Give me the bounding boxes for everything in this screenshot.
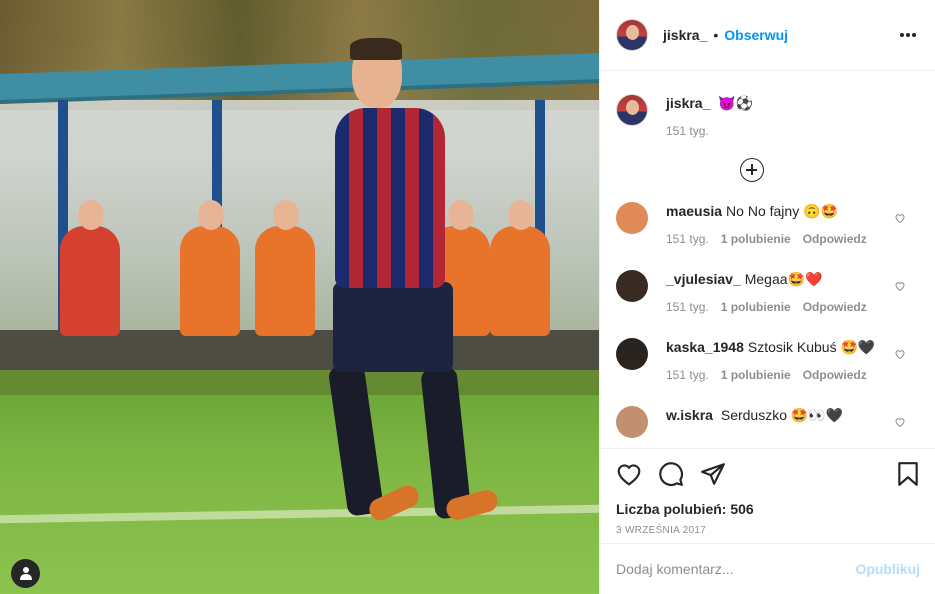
- commenter-avatar[interactable]: [616, 270, 648, 302]
- post-actions: Liczba polubień: 506 3 WRZEŚNIA 2017: [600, 448, 935, 536]
- share-icon[interactable]: [700, 462, 726, 486]
- comment-heart-icon[interactable]: [894, 348, 906, 360]
- comment-heart-icon[interactable]: [894, 416, 906, 428]
- comment-icon[interactable]: [658, 461, 684, 487]
- photo-sub-player: [490, 200, 550, 336]
- user-tag-icon[interactable]: [11, 559, 40, 588]
- load-more-icon[interactable]: [740, 158, 764, 182]
- caption-time[interactable]: 151 tyg.: [666, 124, 709, 138]
- comment-likes[interactable]: 1 polubienie: [721, 300, 791, 314]
- photo-player-shirt: [335, 108, 445, 288]
- comment-username[interactable]: w.iskra: [666, 407, 713, 423]
- comment-time[interactable]: 151 tyg.: [666, 232, 709, 246]
- comment-likes[interactable]: 1 polubienie: [721, 232, 791, 246]
- photo-sub-player: [255, 200, 315, 336]
- comment-heart-icon[interactable]: [894, 280, 906, 292]
- photo-sub-player: [60, 200, 120, 336]
- comment-text: Serduszko 🤩👀🖤: [716, 407, 844, 423]
- comment-reply-button[interactable]: Odpowiedz: [803, 368, 867, 382]
- comment-username[interactable]: maeusia: [666, 203, 722, 219]
- photo-player-shorts: [333, 282, 453, 372]
- post-sidebar: jiskra_ • Obserwuj jiskra_ 😈⚽ 151 tyg. m…: [599, 0, 935, 594]
- post-caption: jiskra_ 😈⚽ 151 tyg.: [616, 72, 920, 138]
- likes-count[interactable]: Liczba polubień: 506: [616, 501, 920, 517]
- author-username[interactable]: jiskra_: [663, 27, 707, 43]
- more-options-icon[interactable]: [897, 24, 919, 46]
- comment-item: _vjulesiav_ Megaa🤩❤️ 151 tyg. 1 polubieni…: [616, 270, 920, 314]
- photo-sub-player: [180, 200, 240, 336]
- post-photo[interactable]: [0, 0, 599, 594]
- comment-input[interactable]: Dodaj komentarz...: [616, 561, 734, 577]
- post-comment-button[interactable]: Opublikuj: [855, 561, 920, 577]
- caption-text: 😈⚽: [718, 95, 754, 111]
- comment-reply-button[interactable]: Odpowiedz: [803, 232, 867, 246]
- photo-grass: [0, 395, 599, 594]
- bookmark-icon[interactable]: [896, 461, 920, 487]
- commenter-avatar[interactable]: [616, 202, 648, 234]
- comment-reply-button[interactable]: Odpowiedz: [803, 300, 867, 314]
- comment-likes[interactable]: 1 polubienie: [721, 368, 791, 382]
- comment-text: Megaa🤩❤️: [744, 271, 823, 287]
- comment-text: No No fajny 🙃🤩: [726, 203, 838, 219]
- caption-author-avatar[interactable]: [616, 94, 648, 126]
- photo-bench: [0, 330, 599, 370]
- comments-list[interactable]: jiskra_ 😈⚽ 151 tyg. maeusia No No fajny 🙃…: [600, 72, 935, 448]
- post-header: jiskra_ • Obserwuj: [600, 0, 935, 71]
- author-avatar[interactable]: [616, 19, 648, 51]
- comment-username[interactable]: _vjulesiav_: [666, 271, 741, 287]
- post-date[interactable]: 3 WRZEŚNIA 2017: [616, 525, 920, 536]
- photo-player-hair: [350, 38, 402, 60]
- comment-item: maeusia No No fajny 🙃🤩 151 tyg. 1 polubie…: [616, 202, 920, 246]
- comment-item: w.iskra Serduszko 🤩👀🖤: [616, 406, 920, 438]
- comment-time[interactable]: 151 tyg.: [666, 368, 709, 382]
- comment-item: kaska_1948 Sztosik Kubuś 🤩🖤 151 tyg. 1 po…: [616, 338, 920, 382]
- commenter-avatar[interactable]: [616, 406, 648, 438]
- commenter-avatar[interactable]: [616, 338, 648, 370]
- comment-text: Sztosik Kubuś 🤩🖤: [747, 339, 876, 355]
- comment-time[interactable]: 151 tyg.: [666, 300, 709, 314]
- follow-button[interactable]: Obserwuj: [724, 27, 788, 43]
- comment-composer: Dodaj komentarz... Opublikuj: [600, 543, 935, 594]
- comment-username[interactable]: kaska_1948: [666, 339, 744, 355]
- separator-dot: •: [713, 27, 719, 43]
- comment-heart-icon[interactable]: [894, 212, 906, 224]
- heart-icon[interactable]: [616, 462, 642, 486]
- caption-author-username[interactable]: jiskra_: [666, 95, 710, 111]
